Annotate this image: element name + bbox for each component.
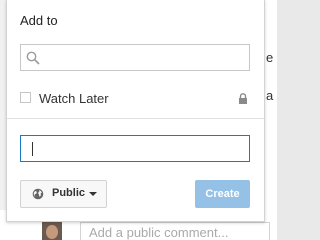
lock-icon [239,93,247,104]
background-text-fragment: a [266,88,274,103]
dialog-title: Add to [20,13,58,28]
new-playlist-name-input[interactable] [20,135,250,162]
avatar-face [46,225,58,239]
privacy-dropdown-button[interactable]: Public [20,180,107,208]
privacy-label: Public [52,187,86,199]
search-icon [26,51,40,65]
avatar [42,222,62,240]
create-button[interactable]: Create [195,180,250,208]
playlist-search-input[interactable] [20,44,250,71]
playlist-item-label: Watch Later [39,91,109,106]
playlist-item-watch-later[interactable]: Watch Later [20,90,250,106]
text-caret [32,142,33,156]
background-content-strip [265,0,277,240]
globe-icon [32,188,44,200]
watch-later-checkbox[interactable] [20,92,31,103]
dropdown-arrow-icon [89,192,97,196]
add-to-playlist-dialog: Add to Watch Later Public Create [6,0,265,222]
divider [7,118,264,119]
background-text-fragment: e [266,50,274,65]
comment-input[interactable]: Add a public comment... [80,222,270,240]
